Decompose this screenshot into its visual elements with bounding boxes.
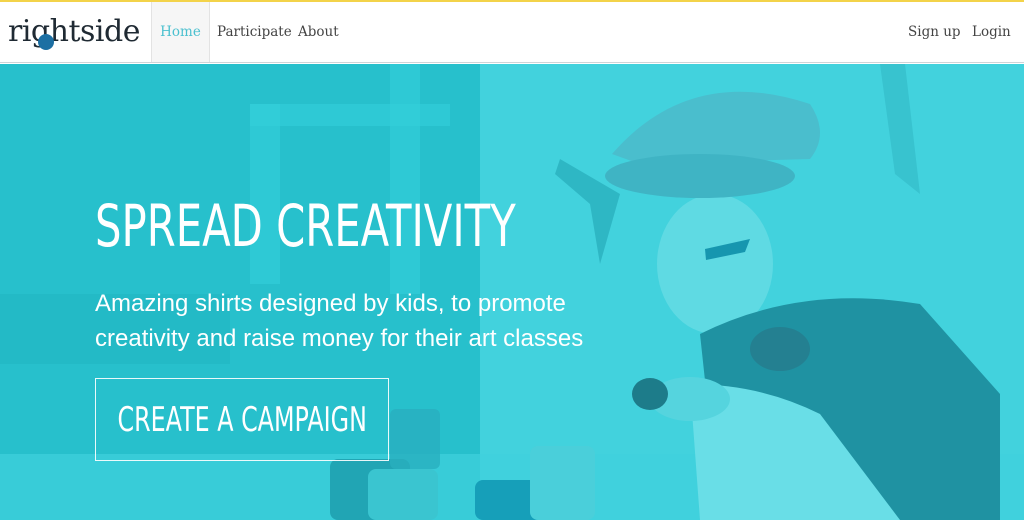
- login-label: Login: [972, 24, 1011, 40]
- create-campaign-label: CREATE A CAMPAIGN: [117, 399, 367, 440]
- brand-logo[interactable]: rightside: [8, 12, 148, 52]
- nav-about-label: About: [298, 24, 339, 40]
- nav-participate-label: Participate: [217, 24, 292, 40]
- top-navigation: rightside Home Participate About Sign up…: [0, 2, 1024, 63]
- nav-participate-link[interactable]: Participate: [217, 2, 292, 62]
- signup-label: Sign up: [908, 24, 961, 40]
- hero-banner: SPREAD CREATIVITY Amazing shirts designe…: [0, 64, 1024, 520]
- nav-home-label: Home: [160, 24, 201, 40]
- signup-link[interactable]: Sign up: [908, 2, 961, 62]
- nav-home-link[interactable]: Home: [151, 2, 210, 62]
- create-campaign-button[interactable]: CREATE A CAMPAIGN: [95, 378, 389, 461]
- nav-about-link[interactable]: About: [298, 2, 339, 62]
- logo-dot-icon: [38, 34, 54, 50]
- brand-wordmark: rightside: [8, 14, 140, 49]
- hero-subtitle: Amazing shirts designed by kids, to prom…: [95, 290, 584, 352]
- login-link[interactable]: Login: [972, 2, 1011, 62]
- hero-title: SPREAD CREATIVITY: [95, 192, 516, 260]
